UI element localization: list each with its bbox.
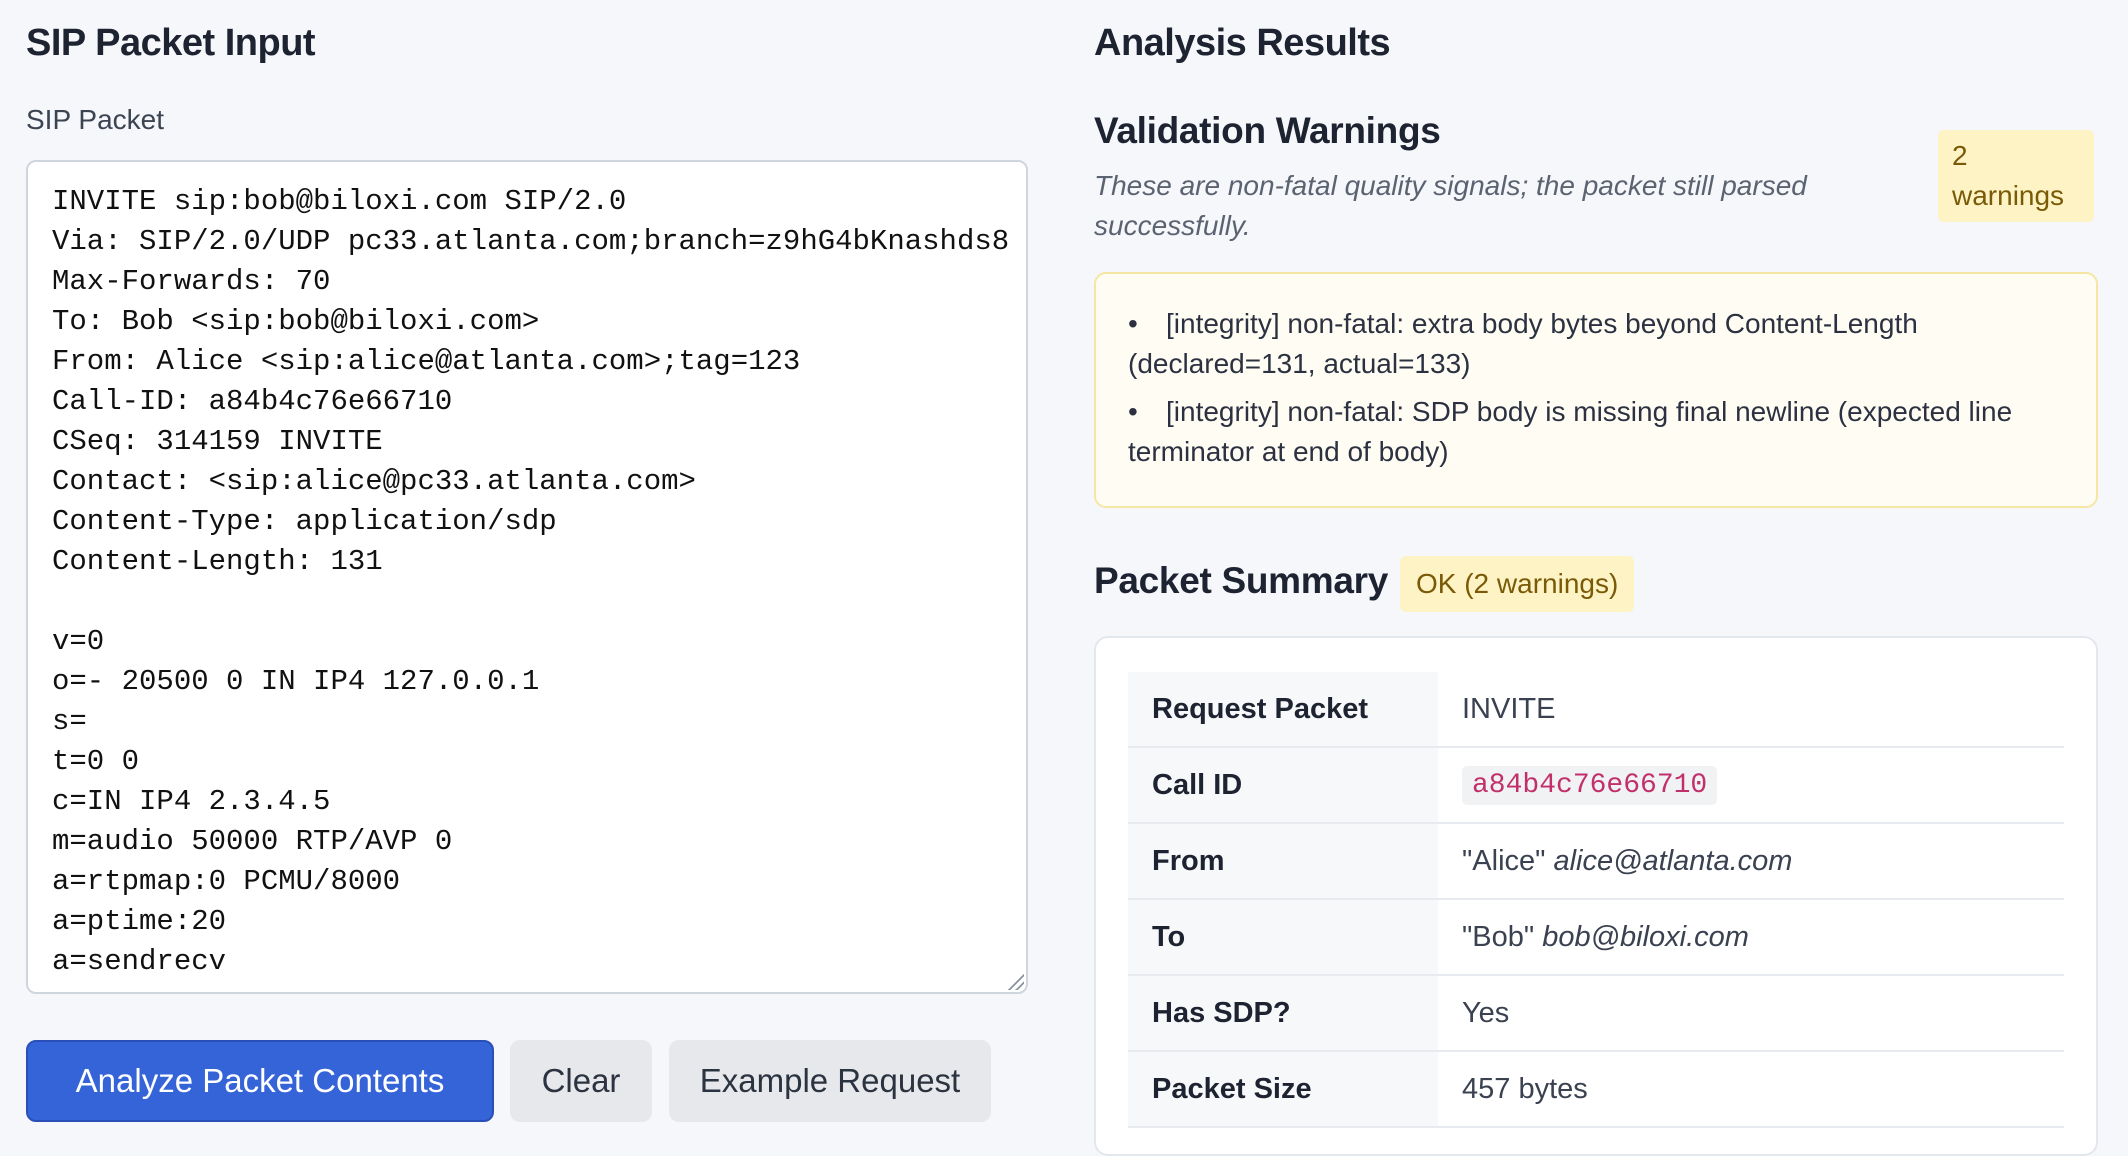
validation-warnings-title: Validation Warnings (1094, 110, 1441, 151)
packet-line: c=IN IP4 2.3.4.5 (52, 785, 331, 818)
packet-line: o=- 20500 0 IN IP4 127.0.0.1 (52, 665, 540, 698)
packet-text: INVITE sip:bob@biloxi.com SIP/2.0 Via: SI… (52, 182, 1010, 982)
packet-line (52, 582, 1002, 622)
row-value: 457 bytes (1462, 1072, 1588, 1105)
to-display-name: "Bob" (1462, 920, 1535, 953)
packet-line: Max-Forwards: 70 (52, 265, 331, 298)
clear-button[interactable]: Clear (510, 1040, 652, 1122)
from-address: alice@atlanta.com (1553, 844, 1793, 877)
table-row: Request Packet INVITE (1128, 672, 2064, 748)
packet-line: m=audio 50000 RTP/AVP 0 (52, 825, 453, 858)
packet-line: Contact: <sip:alice@pc33.atlanta.com> (52, 465, 696, 498)
row-value: "Bob" bob@biloxi.com (1438, 900, 2064, 974)
resize-handle-icon[interactable] (1006, 972, 1024, 990)
packet-line: a=ptime:20 (52, 905, 227, 938)
packet-summary-title: Packet Summary (1094, 560, 1389, 601)
packet-line: To: Bob <sip:bob@biloxi.com> (52, 305, 540, 338)
warnings-description: These are non-fatal quality signals; the… (1094, 170, 1807, 241)
analyze-button[interactable]: Analyze Packet Contents (26, 1040, 494, 1122)
input-panel-title: SIP Packet Input (26, 22, 316, 64)
row-key: Request Packet (1128, 672, 1438, 746)
row-key: From (1128, 824, 1438, 898)
packet-line: INVITE sip:bob@biloxi.com SIP/2.0 (52, 185, 627, 218)
row-key: To (1128, 900, 1438, 974)
sip-packet-label: SIP Packet (26, 104, 165, 135)
bullet-icon: • (1128, 396, 1138, 427)
table-row: Has SDP? Yes (1128, 976, 2064, 1052)
bullet-icon: • (1128, 308, 1138, 339)
packet-line: t=0 0 (52, 745, 140, 778)
table-row: Call ID a84b4c76e66710 (1128, 748, 2064, 824)
packet-line: s= (52, 705, 87, 738)
warning-count-badge: 2 warnings (1938, 130, 2094, 222)
packet-line: Content-Type: application/sdp (52, 505, 557, 538)
row-value: Yes (1462, 996, 1510, 1029)
warning-text: [integrity] non-fatal: extra body bytes … (1128, 308, 1918, 379)
warning-item: • [integrity] non-fatal: SDP body is miss… (1128, 392, 2066, 472)
row-key: Has SDP? (1128, 976, 1438, 1050)
sip-packet-textarea[interactable]: INVITE sip:bob@biloxi.com SIP/2.0 Via: SI… (26, 160, 1028, 994)
table-row: To "Bob" bob@biloxi.com (1128, 900, 2064, 976)
row-value: INVITE (1462, 692, 1556, 725)
packet-line: a=rtpmap:0 PCMU/8000 (52, 865, 401, 898)
row-value: a84b4c76e66710 (1438, 748, 2064, 822)
packet-line: a=sendrecv (52, 945, 227, 978)
packet-line: Content-Length: 131 (52, 545, 383, 578)
packet-line: CSeq: 314159 INVITE (52, 425, 383, 458)
status-badge: OK (2 warnings) (1400, 556, 1635, 612)
packet-line: Via: SIP/2.0/UDP pc33.atlanta.com;branch… (52, 225, 1010, 258)
row-value: "Alice" alice@atlanta.com (1438, 824, 2064, 898)
table-row: From "Alice" alice@atlanta.com (1128, 824, 2064, 900)
warning-text: [integrity] non-fatal: SDP body is missi… (1128, 396, 2013, 467)
row-key: Call ID (1128, 748, 1438, 822)
results-panel-title: Analysis Results (1094, 22, 1391, 64)
packet-line: Call-ID: a84b4c76e66710 (52, 385, 453, 418)
from-display-name: "Alice" (1462, 844, 1546, 877)
table-row: Packet Size 457 bytes (1128, 1052, 2064, 1128)
call-id-code: a84b4c76e66710 (1462, 765, 1718, 805)
row-key: Packet Size (1128, 1052, 1438, 1126)
example-request-button[interactable]: Example Request (669, 1040, 991, 1122)
warning-item: • [integrity] non-fatal: extra body bytes… (1128, 304, 2066, 384)
to-address: bob@biloxi.com (1542, 920, 1749, 953)
warnings-list-box: • [integrity] non-fatal: extra body bytes… (1094, 272, 2098, 508)
packet-summary-table: Request Packet INVITE Call ID a84b4c76e6… (1094, 636, 2098, 1156)
packet-line: From: Alice <sip:alice@atlanta.com>;tag=… (52, 345, 801, 378)
packet-line: v=0 (52, 625, 105, 658)
